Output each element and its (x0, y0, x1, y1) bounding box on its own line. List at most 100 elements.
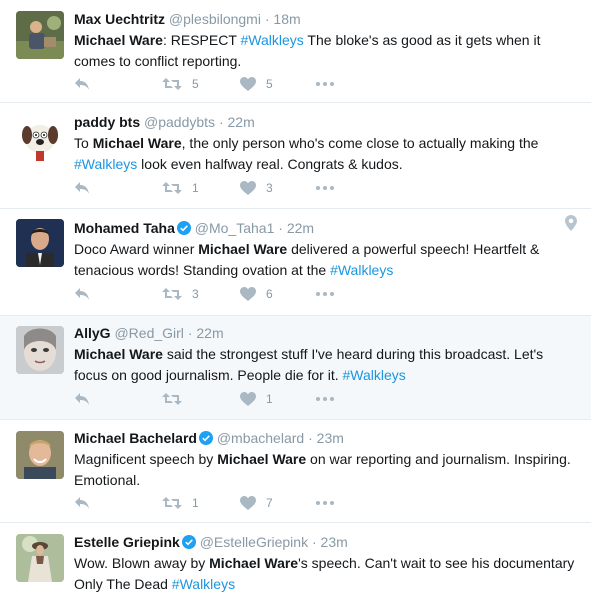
text-segment: Magnificent speech by (74, 451, 218, 467)
avatar[interactable] (16, 11, 64, 59)
more-icon (316, 292, 334, 296)
reply-button[interactable] (74, 178, 90, 198)
tweet[interactable]: paddy bts @paddybts · 22m To Michael War… (0, 103, 591, 209)
timestamp[interactable]: 23m (317, 430, 344, 446)
heart-icon (240, 77, 256, 91)
author-handle[interactable]: @plesbilongmi (169, 11, 261, 27)
text-segment: Doco Award winner (74, 241, 199, 257)
tweet-header: Max Uechtritz @plesbilongmi · 18m (74, 11, 301, 27)
bold-keyword: Michael Ware (217, 451, 307, 467)
avatar[interactable] (16, 431, 64, 479)
tweet-header: Mohamed Taha @Mo_Taha1 · 22m (74, 220, 315, 236)
author-name[interactable]: Michael Bachelard (74, 430, 197, 446)
tweet[interactable]: Max Uechtritz @plesbilongmi · 18m Michae… (0, 0, 591, 103)
verified-badge-icon (198, 431, 213, 445)
like-button[interactable]: 7 (240, 493, 273, 513)
more-button[interactable] (316, 178, 334, 198)
retweet-button[interactable]: 5 (162, 74, 199, 94)
retweet-button[interactable]: 3 (162, 284, 199, 304)
text-segment: look even halfway real. Congrats & kudos… (137, 155, 403, 172)
tweet[interactable]: Mohamed Taha @Mo_Taha1 · 22m Doco Award … (0, 209, 591, 316)
tweet-header: AllyG @Red_Girl · 22m (74, 325, 224, 341)
more-button[interactable] (316, 389, 334, 409)
like-count: 3 (266, 181, 273, 195)
author-handle[interactable]: @EstelleGriepink (200, 534, 308, 550)
tweet[interactable]: AllyG @Red_Girl · 22m Michael Ware said … (0, 316, 591, 420)
reply-icon (75, 182, 89, 194)
tweet-text: Magnificent speech by Michael Ware on wa… (74, 449, 577, 490)
retweet-icon (162, 78, 182, 90)
more-icon (316, 82, 334, 86)
more-button[interactable] (316, 493, 334, 513)
more-button[interactable] (316, 74, 334, 94)
hashtag-link[interactable]: #Walkleys (241, 32, 304, 48)
tweet-header: paddy bts @paddybts · 22m (74, 114, 255, 130)
author-handle[interactable]: @Red_Girl (114, 325, 183, 341)
timestamp[interactable]: 18m (273, 11, 300, 27)
hashtag-link[interactable]: #Walkleys (330, 262, 393, 278)
more-icon (316, 501, 334, 505)
hashtag-link[interactable]: #Walkleys (172, 576, 235, 592)
like-button[interactable]: 1 (240, 389, 273, 409)
retweet-icon (162, 393, 182, 405)
retweet-count: 1 (192, 181, 199, 195)
heart-icon (240, 181, 256, 195)
retweet-button[interactable]: 1 (162, 493, 199, 513)
bold-keyword: Michael Ware (74, 32, 163, 48)
hashtag-link[interactable]: #Walkleys (343, 367, 406, 383)
timestamp[interactable]: 22m (287, 220, 314, 236)
reply-button[interactable] (74, 74, 90, 94)
like-count: 6 (266, 287, 273, 301)
like-button[interactable]: 5 (240, 74, 273, 94)
text-segment: Wow. Blown away by (74, 555, 210, 571)
timestamp[interactable]: 22m (228, 114, 255, 130)
avatar[interactable] (16, 219, 64, 267)
retweet-button[interactable]: 1 (162, 178, 199, 198)
reply-icon (75, 288, 89, 300)
tweet-text: Michael Ware said the strongest stuff I'… (74, 344, 577, 385)
retweet-icon (162, 182, 182, 194)
like-button[interactable]: 6 (240, 284, 273, 304)
tweet-header: Estelle Griepink @EstelleGriepink · 23m (74, 534, 348, 550)
like-button[interactable]: 3 (240, 178, 273, 198)
reply-icon (75, 497, 89, 509)
retweet-button[interactable] (162, 389, 192, 409)
avatar[interactable] (16, 326, 64, 374)
tweet-timeline: Max Uechtritz @plesbilongmi · 18m Michae… (0, 0, 591, 601)
reply-icon (75, 393, 89, 405)
retweet-count: 5 (192, 77, 199, 91)
tweet-text: Doco Award winner Michael Ware delivered… (74, 239, 577, 280)
author-name[interactable]: AllyG (74, 325, 111, 341)
verified-badge-icon (181, 535, 196, 549)
reply-button[interactable] (74, 389, 90, 409)
like-count: 1 (266, 392, 273, 406)
location-pin-icon[interactable] (565, 215, 577, 231)
text-segment: , the only person who's come close to ac… (181, 135, 539, 151)
heart-icon (240, 496, 256, 510)
reply-button[interactable] (74, 493, 90, 513)
author-handle[interactable]: @Mo_Taha1 (195, 220, 275, 236)
author-handle[interactable]: @paddybts (144, 114, 215, 130)
author-name[interactable]: Max Uechtritz (74, 11, 165, 27)
tweet-text: Wow. Blown away by Michael Ware's speech… (74, 553, 577, 594)
author-name[interactable]: Estelle Griepink (74, 534, 180, 550)
more-icon (316, 397, 334, 401)
author-name[interactable]: Mohamed Taha (74, 220, 175, 236)
author-handle[interactable]: @mbachelard (217, 430, 304, 446)
avatar[interactable] (16, 534, 64, 582)
tweet-text: Michael Ware: RESPECT #Walkleys The blok… (74, 30, 577, 71)
timestamp[interactable]: 22m (196, 325, 223, 341)
tweet[interactable]: Michael Bachelard @mbachelard · 23m Magn… (0, 420, 591, 523)
author-name[interactable]: paddy bts (74, 114, 140, 130)
more-button[interactable] (316, 284, 334, 304)
reply-icon (75, 78, 89, 90)
retweet-icon (162, 288, 182, 300)
text-segment: : RESPECT (162, 32, 241, 48)
reply-button[interactable] (74, 284, 90, 304)
bold-keyword: Michael Ware (92, 135, 182, 151)
like-count: 5 (266, 77, 273, 91)
tweet[interactable]: Estelle Griepink @EstelleGriepink · 23m … (0, 523, 591, 601)
avatar[interactable] (16, 113, 64, 161)
hashtag-link[interactable]: #Walkleys (74, 156, 137, 172)
timestamp[interactable]: 23m (321, 534, 348, 550)
